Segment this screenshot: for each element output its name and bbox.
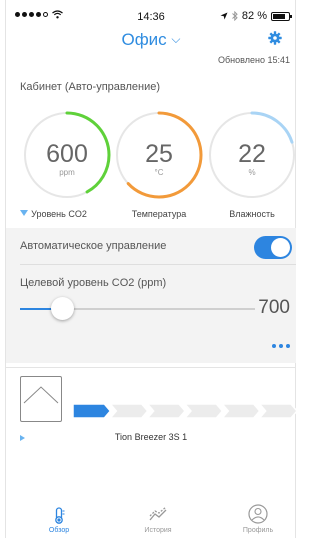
divider (20, 264, 296, 265)
temperature-label: Температура (131, 209, 187, 219)
status-right: 82 % (220, 10, 292, 22)
last-updated: Обновлено 15:41 (218, 55, 290, 65)
status-bar: 14:36 82 % (10, 10, 292, 26)
temperature-gauge[interactable]: 25 °C (114, 110, 204, 200)
tab-profile-label: Профиль (242, 527, 274, 534)
tab-overview[interactable]: Обзор (29, 500, 89, 534)
breezer-device-icon (20, 376, 62, 422)
auto-control-label: Автоматическое управление (20, 240, 167, 252)
sensor-gauges: 600 ppm Уровень CO2 25 °C Температура 22… (0, 110, 302, 219)
thermometer-icon (29, 500, 89, 526)
humidity-value: 22 (238, 140, 266, 168)
location-title: Офис (121, 30, 167, 49)
gear-icon[interactable] (268, 31, 282, 49)
co2-target-label: Целевой уровень CO2 (ppm) (20, 277, 167, 289)
humidity-unit: % (248, 168, 256, 177)
location-selector[interactable]: Офис ⌵ (0, 30, 302, 50)
tab-bar: Обзор История Профиль (6, 500, 296, 538)
fan-speed-selector[interactable] (73, 404, 297, 418)
app-screen: 14:36 82 % Офис ⌵ Обновлено 15:41 Кабине… (0, 0, 302, 538)
speed-segment-6[interactable] (258, 404, 297, 418)
room-title: Кабинет (Авто-управление) (20, 81, 161, 93)
device-name: Tion Breezer 3S 1 (114, 432, 188, 442)
humidity-label: Влажность (229, 209, 275, 219)
battery-percent: 82 % (241, 10, 267, 22)
profile-icon (228, 500, 288, 526)
more-options-icon[interactable] (272, 344, 290, 348)
co2-slider-thumb[interactable] (50, 297, 74, 320)
temperature-value: 25 (145, 140, 173, 168)
temperature-unit: °C (154, 168, 164, 177)
tab-history-label: История (144, 527, 172, 534)
chart-icon (128, 500, 188, 526)
speed-segment-4[interactable] (184, 404, 224, 418)
co2-label: Уровень CO2 (31, 209, 87, 219)
co2-target-value: 700 (258, 297, 290, 318)
battery-icon (271, 11, 292, 21)
location-arrow-icon (220, 12, 228, 20)
speed-segment-5[interactable] (221, 404, 261, 418)
co2-unit: ppm (59, 168, 75, 177)
device-card[interactable]: Tion Breezer 3S 1 (6, 367, 297, 450)
tab-history[interactable]: История (128, 500, 188, 534)
speed-segment-3[interactable] (146, 404, 186, 418)
speed-segment-2[interactable] (109, 404, 149, 418)
toggle-knob (271, 238, 290, 257)
control-panel: Автоматическое управление Целевой уровен… (6, 228, 296, 363)
chevron-down-icon: ⌵ (171, 32, 181, 46)
auto-control-toggle[interactable] (254, 236, 292, 259)
humidity-gauge[interactable]: 22 % (207, 110, 297, 200)
tab-overview-label: Обзор (48, 527, 70, 534)
tab-profile[interactable]: Профиль (228, 500, 288, 534)
co2-value: 600 (46, 140, 88, 168)
speed-segment-1[interactable] (73, 404, 112, 418)
battery-level (273, 13, 286, 19)
co2-gauge[interactable]: 600 ppm (22, 110, 112, 200)
bluetooth-icon (232, 11, 238, 21)
